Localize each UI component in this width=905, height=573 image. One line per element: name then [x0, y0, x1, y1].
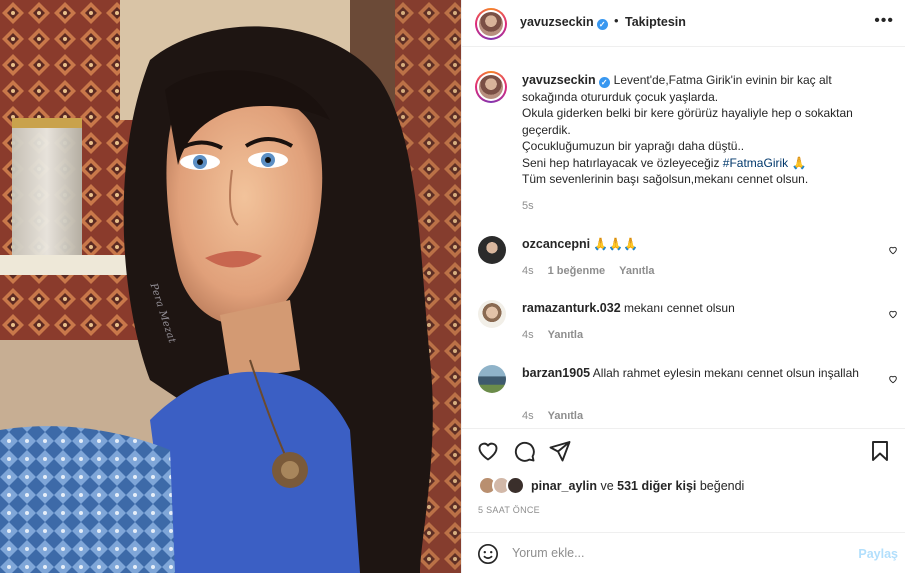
liker-avatar — [506, 476, 525, 495]
comment-time[interactable]: 4s — [522, 410, 534, 422]
reply-button[interactable]: Yanıtla — [619, 265, 654, 277]
comment-text: mekanı cennet olsun — [624, 301, 735, 315]
comment-text-row: barzan1905 Allah rahmet eylesin mekanı c… — [522, 365, 862, 381]
add-comment-bar: Paylaş — [462, 532, 905, 573]
post-side-panel: yavuzseckin ✓ • Takiptesin ••• yavuzsecki… — [461, 0, 905, 573]
comment-heart-icon[interactable] — [888, 309, 898, 319]
caption-avatar[interactable] — [475, 71, 507, 103]
caption-emoji: 🙏 — [788, 155, 807, 170]
caption-time[interactable]: 5s — [522, 200, 534, 212]
comment-text: 🙏🙏🙏 — [593, 237, 639, 251]
comment-username[interactable]: ramazanturk.032 — [522, 301, 621, 315]
comment-input[interactable] — [512, 546, 832, 560]
post-header: yavuzseckin ✓ • Takiptesin ••• — [462, 0, 905, 47]
verified-badge-icon: ✓ — [598, 77, 610, 88]
likes-text: pinar_aylin ve 531 diğer kişi beğendi — [531, 479, 744, 493]
post-image[interactable]: Pera Mezat — [0, 0, 461, 573]
comment-username[interactable]: barzan1905 — [522, 366, 590, 380]
comment-text: Allah rahmet eylesin mekanı cennet olsun… — [592, 366, 859, 380]
header-username[interactable]: yavuzseckin ✓ — [520, 15, 608, 30]
heart-icon[interactable] — [476, 439, 500, 463]
comment-text-row: ozcancepni 🙏🙏🙏 — [522, 236, 862, 252]
comment-item: ramazanturk.032 mekanı cennet olsun 4s Ya… — [462, 300, 905, 360]
caption-text: yavuzseckin ✓ Levent'de,Fatma Girik'in evi… — [522, 72, 887, 188]
reply-button[interactable]: Yanıtla — [548, 329, 583, 341]
portrait-illustration — [0, 0, 461, 573]
comment-meta: 4s Yanıtla — [522, 329, 597, 341]
comment-text-row: ramazanturk.032 mekanı cennet olsun — [522, 300, 862, 316]
comment-item: ozcancepni 🙏🙏🙏 4s 1 beğenme Yanıtla — [462, 236, 905, 296]
more-options-icon[interactable]: ••• — [874, 12, 894, 30]
avatar[interactable] — [475, 8, 507, 40]
comment-heart-icon[interactable] — [888, 245, 898, 255]
liker-avatars[interactable] — [478, 476, 528, 496]
comment-item: barzan1905 Allah rahmet eylesin mekanı c… — [462, 365, 905, 425]
comment-meta: 4s 1 beğenme Yanıtla — [522, 265, 669, 277]
caption-username[interactable]: yavuzseckin ✓ — [522, 73, 610, 88]
first-liker-link[interactable]: pinar_aylin — [531, 479, 597, 493]
comment-heart-icon[interactable] — [888, 374, 898, 384]
likes-connector: ve — [597, 479, 618, 493]
reply-button[interactable]: Yanıtla — [548, 410, 583, 422]
likes-suffix: beğendi — [696, 479, 745, 493]
follow-status-button[interactable]: Takiptesin — [625, 15, 686, 29]
emoji-icon[interactable] — [477, 543, 499, 565]
post-time-ago[interactable]: 5 SAAT ÖNCE — [478, 505, 540, 515]
bookmark-icon[interactable] — [868, 439, 892, 463]
post-comment-button[interactable]: Paylaş — [858, 547, 898, 561]
post-actions — [462, 428, 905, 472]
comment-time[interactable]: 4s — [522, 265, 534, 277]
comment-avatar[interactable] — [478, 236, 506, 264]
header-separator: • — [614, 13, 619, 28]
comment-avatar[interactable] — [478, 300, 506, 328]
verified-badge-icon: ✓ — [596, 19, 608, 30]
comment-like-count[interactable]: 1 beğenme — [548, 265, 605, 277]
caption-body-end: Tüm sevenlerinin başı sağolsun,mekanı ce… — [522, 172, 809, 186]
comment-username[interactable]: ozcancepni — [522, 237, 590, 251]
share-icon[interactable] — [548, 439, 572, 463]
comment-meta: 4s Yanıtla — [522, 410, 597, 422]
caption-hashtag[interactable]: #FatmaGirik — [723, 156, 788, 170]
other-likers-link[interactable]: 531 diğer kişi — [617, 479, 696, 493]
comment-avatar[interactable] — [478, 365, 506, 393]
comment-time[interactable]: 4s — [522, 329, 534, 341]
comment-icon[interactable] — [512, 439, 536, 463]
